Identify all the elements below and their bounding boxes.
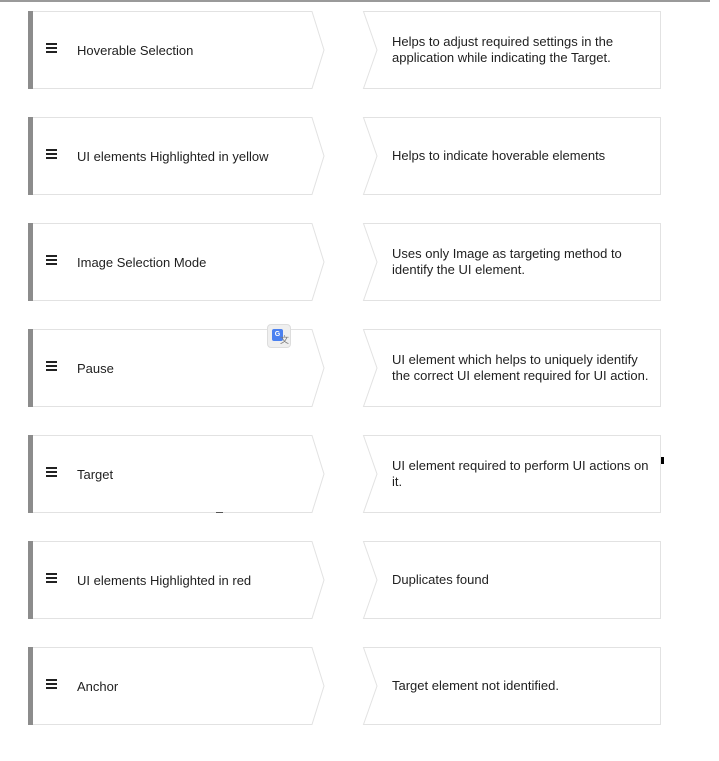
drag-bar (28, 223, 33, 301)
term-label: UI elements Highlighted in red (77, 572, 252, 588)
matching-pair-row: Pause UI element which helps to uniquely… (0, 329, 719, 407)
drag-bar (28, 329, 33, 407)
matching-pair-row: UI elements Highlighted in red Duplicate… (0, 541, 719, 619)
drag-handle-icon[interactable] (46, 149, 57, 161)
term-label: Anchor (77, 678, 119, 694)
drag-bar (28, 435, 33, 513)
text-cursor (216, 512, 223, 513)
definition-label: Uses only Image as targeting method to i… (392, 246, 622, 277)
matching-pair-row: Anchor Target element not identified. (0, 647, 719, 725)
google-translate-icon[interactable]: G 文 (267, 324, 291, 348)
definition-label: UI element required to perform UI action… (392, 458, 649, 489)
matching-pair-row: Target UI element required to perform UI… (0, 435, 719, 513)
drag-bar (28, 647, 33, 725)
term-label: Hoverable Selection (77, 42, 194, 58)
matching-pair-row: Hoverable Selection Helps to adjust requ… (0, 11, 719, 89)
drag-handle-icon[interactable] (46, 361, 57, 373)
drag-handle-icon[interactable] (46, 467, 57, 479)
drag-handle-icon[interactable] (46, 679, 57, 691)
translate-glyph: 文 (280, 335, 290, 345)
term-label: Target (77, 466, 114, 482)
definition-label: Helps to indicate hoverable elements (392, 148, 606, 163)
cursor-mark (661, 457, 664, 464)
definition-label: Duplicates found (392, 572, 489, 587)
definition-label: Helps to adjust required settings in the… (392, 34, 614, 65)
drag-bar (28, 541, 33, 619)
definition-label: UI element which helps to uniquely ident… (392, 352, 649, 383)
matching-pair-row: UI elements Highlighted in yellow Helps … (0, 117, 719, 195)
term-label: UI elements Highlighted in yellow (77, 148, 269, 164)
drag-bar (28, 11, 33, 89)
drag-handle-icon[interactable] (46, 573, 57, 585)
term-label: Image Selection Mode (77, 254, 207, 270)
drag-handle-icon[interactable] (46, 255, 57, 267)
definition-label: Target element not identified. (392, 678, 559, 693)
top-divider (0, 0, 710, 2)
drag-handle-icon[interactable] (46, 43, 57, 55)
drag-bar (28, 117, 33, 195)
matching-pair-row: Image Selection Mode Uses only Image as … (0, 223, 719, 301)
